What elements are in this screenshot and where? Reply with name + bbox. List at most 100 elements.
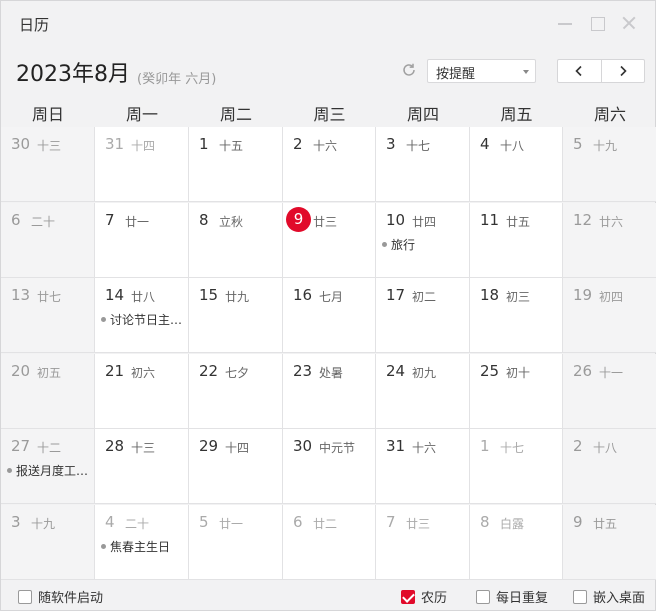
lunar-date: 廿九 <box>225 290 250 304</box>
embed-desktop-checkbox-box[interactable] <box>573 589 587 604</box>
day-cell[interactable]: 2 十六 <box>283 127 376 202</box>
chevron-right-icon <box>620 65 627 77</box>
day-cell[interactable]: 3 十九 <box>1 504 95 580</box>
minimize-icon[interactable] <box>554 12 576 34</box>
weekday-label: 周三 <box>313 105 346 124</box>
day-cell[interactable]: 29 十四 <box>189 429 283 504</box>
weekday-label: 周一 <box>125 105 158 124</box>
day-cell[interactable]: 3 十七 <box>376 127 470 202</box>
day-cell[interactable]: 19 初四 <box>563 278 656 353</box>
day-number: 6 <box>11 210 21 229</box>
day-cell[interactable]: 15 廿九 <box>189 278 283 353</box>
lunar-date: 初三 <box>506 290 531 304</box>
day-cell[interactable]: 24 初九 <box>376 353 470 429</box>
lunar-date: 十五 <box>219 139 244 153</box>
autostart-checkbox[interactable]: 随软件启动 <box>18 587 103 606</box>
daily-repeat-checkbox-box[interactable] <box>476 589 490 604</box>
event-item[interactable]: 报送月度工… <box>7 462 88 479</box>
lunar-date: 初二 <box>412 290 437 304</box>
day-number: 16 <box>293 286 313 304</box>
day-cell[interactable]: 28 十三 <box>95 429 189 504</box>
day-number: 18 <box>480 286 500 304</box>
event-item[interactable]: 讨论节日主… <box>101 311 182 328</box>
day-cell[interactable]: 31 十四 <box>95 127 189 202</box>
lunar-date: 七夕 <box>225 365 250 380</box>
day-cell[interactable]: 18 初三 <box>470 278 563 353</box>
day-cell[interactable]: 6 廿二 <box>283 504 376 580</box>
day-cell[interactable]: 2 十八 <box>563 429 656 504</box>
lunar-date: 十八 <box>593 441 618 455</box>
refresh-icon[interactable] <box>401 62 417 78</box>
calendar-window: 日历 2023年8月 (癸卯年 六月) 按提醒 周日 周一 周二 周三 周四 周五 周六 3… <box>0 0 656 611</box>
day-number: 3 <box>11 512 21 531</box>
lunar-date: 初四 <box>599 290 624 304</box>
day-cell[interactable]: 8 立秋 <box>189 202 283 278</box>
event-item[interactable]: 焦春主生日 <box>101 538 170 555</box>
autostart-checkbox-box[interactable] <box>18 589 32 604</box>
lunar-date: 廿五 <box>593 516 618 531</box>
lunar-checkbox-box[interactable] <box>401 589 415 604</box>
day-cell[interactable]: 23 处暑 <box>283 353 376 429</box>
day-cell[interactable]: 20 初五 <box>1 353 95 429</box>
lunar-date: 十四 <box>225 441 250 455</box>
day-number: 20 <box>11 361 31 380</box>
day-cell[interactable]: 13 廿七 <box>1 278 95 353</box>
day-cell[interactable]: 4 二十 焦春主生日 <box>95 504 189 580</box>
day-cell[interactable]: 22 七夕 <box>189 353 283 429</box>
day-number: 12 <box>573 210 593 229</box>
day-cell[interactable]: 7 廿三 <box>376 504 470 580</box>
lunar-date: 廿五 <box>506 214 531 229</box>
day-number: 7 <box>105 210 115 229</box>
day-number: 6 <box>293 512 303 531</box>
day-cell[interactable]: 14 廿八 讨论节日主… <box>95 278 189 353</box>
lunar-label: 农历 <box>421 591 448 606</box>
day-cell[interactable]: 5 廿一 <box>189 504 283 580</box>
embed-desktop-checkbox[interactable]: 嵌入桌面 <box>573 587 645 606</box>
day-cell[interactable]: 25 初十 <box>470 353 563 429</box>
day-cell[interactable]: 9 廿五 <box>563 504 656 580</box>
day-cell[interactable]: 6 二十 <box>1 202 95 278</box>
day-cell[interactable]: 31 十六 <box>376 429 470 504</box>
day-cell[interactable]: 16 七月 <box>283 278 376 353</box>
day-number: 5 <box>573 135 583 153</box>
day-cell[interactable]: 5 十九 <box>563 127 656 202</box>
day-number: 31 <box>386 437 406 455</box>
day-number: 23 <box>293 361 313 380</box>
lunar-date: 十八 <box>500 139 525 153</box>
day-cell[interactable]: 4 十八 <box>470 127 563 202</box>
day-cell[interactable]: 26 十一 <box>563 353 656 429</box>
lunar-date: 白露 <box>500 516 525 531</box>
daily-repeat-checkbox[interactable]: 每日重复 <box>476 587 548 606</box>
close-icon[interactable] <box>618 12 640 34</box>
day-cell[interactable]: 10 廿四 旅行 <box>376 202 470 278</box>
lunar-date: 七月 <box>319 290 344 304</box>
weekday-label: 周六 <box>593 105 626 124</box>
day-number: 15 <box>199 286 219 304</box>
lunar-checkbox[interactable]: 农历 <box>401 587 447 606</box>
lunar-date: 立秋 <box>219 214 244 229</box>
day-cell[interactable]: 30 十三 <box>1 127 95 202</box>
day-number: 31 <box>105 135 125 153</box>
day-cell[interactable]: 21 初六 <box>95 353 189 429</box>
day-cell[interactable]: 1 十五 <box>189 127 283 202</box>
next-month-button[interactable] <box>600 60 644 82</box>
day-number: 25 <box>480 361 500 380</box>
maximize-icon[interactable] <box>586 12 608 34</box>
day-cell[interactable]: 12 廿六 <box>563 202 656 278</box>
lunar-date: 十九 <box>31 516 56 531</box>
day-cell[interactable]: 7 廿一 <box>95 202 189 278</box>
title-bar: 日历 <box>1 1 655 47</box>
day-cell[interactable]: 17 初二 <box>376 278 470 353</box>
day-cell[interactable]: 9 廿三 <box>283 202 376 278</box>
day-cell[interactable]: 30 中元节 <box>283 429 376 504</box>
day-cell[interactable]: 27 十二 报送月度工… <box>1 429 95 504</box>
day-number: 17 <box>386 286 406 304</box>
day-number: 26 <box>573 361 593 380</box>
remind-filter-select[interactable]: 按提醒 <box>427 59 536 83</box>
day-cell[interactable]: 11 廿五 <box>470 202 563 278</box>
event-item[interactable]: 旅行 <box>382 236 415 253</box>
day-cell[interactable]: 8 白露 <box>470 504 563 580</box>
day-number: 9 <box>573 512 583 531</box>
day-cell[interactable]: 1 十七 <box>470 429 563 504</box>
prev-month-button[interactable] <box>558 60 601 82</box>
